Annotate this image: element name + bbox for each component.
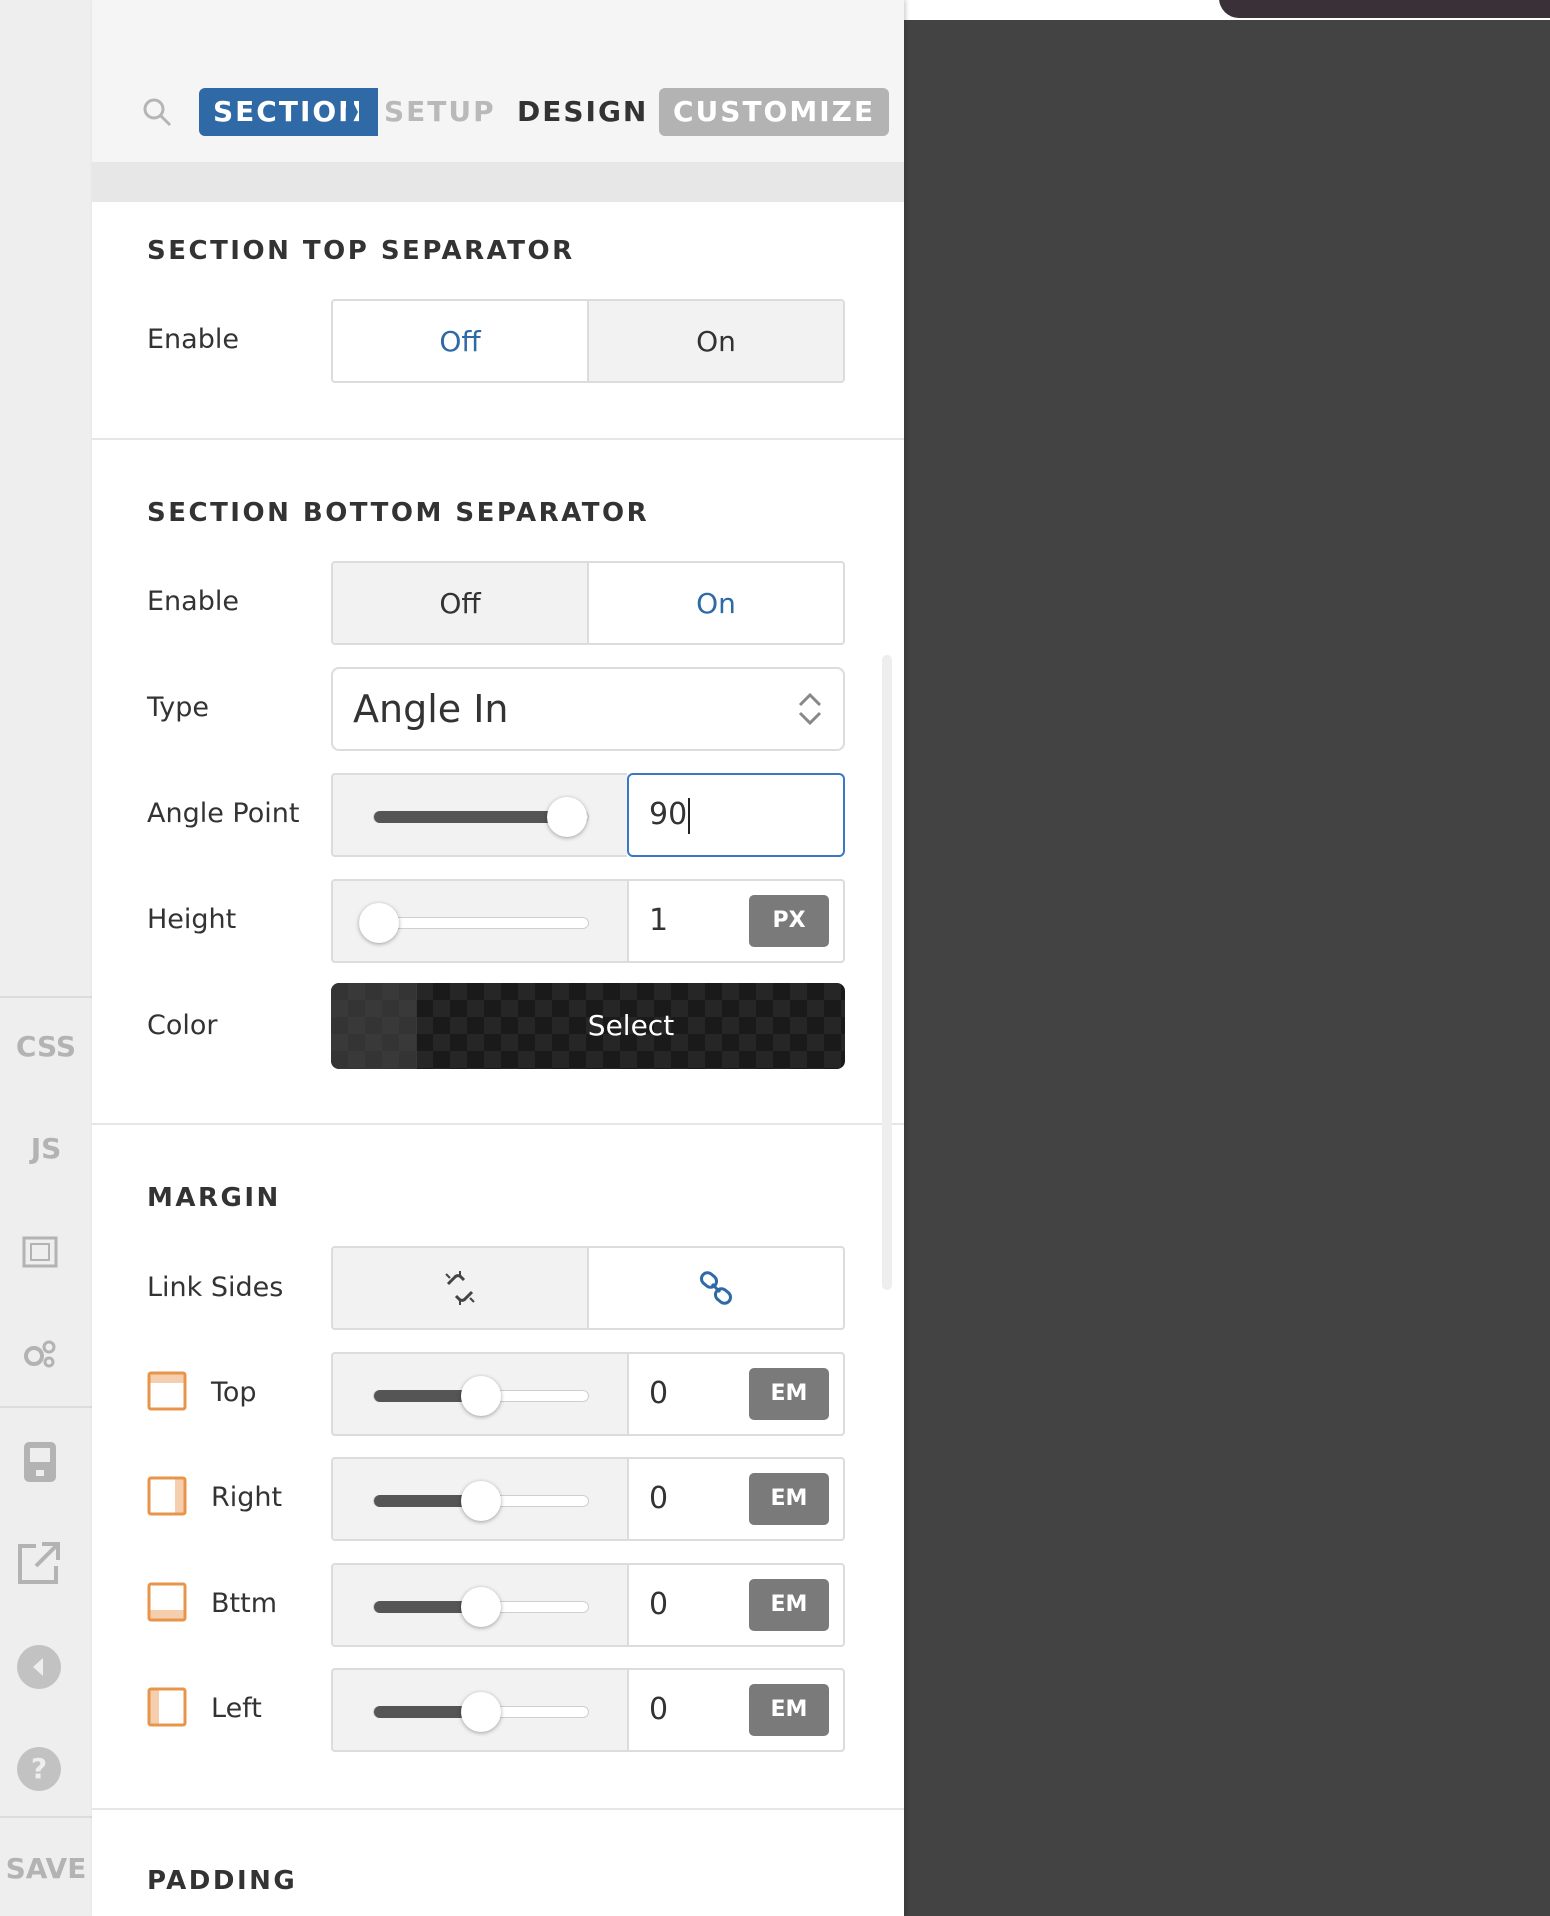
margin-side-label: Left [211,1693,262,1724]
slider-thumb[interactable] [461,1692,501,1732]
slider-track [373,917,589,929]
tab-setup[interactable]: SETUP [384,88,496,136]
top-enable-off[interactable]: Off [333,301,587,381]
margin-unit-button[interactable]: EM [749,1473,829,1525]
rail-divider [0,996,92,998]
preview-canvas [904,0,1550,1916]
bottom-enable-label: Enable [147,586,239,617]
bottom-enable-toggle: Off On [331,561,845,645]
margin-bottom-input[interactable]: 0 EM [627,1563,845,1647]
save-button[interactable]: SAVE [0,1852,92,1885]
panel-scrollbar[interactable] [882,655,892,1290]
height-input[interactable]: 1 PX [627,879,845,963]
type-label: Type [147,692,210,723]
color-select-label: Select [587,1009,675,1042]
margin-value: 0 [649,1376,669,1411]
settings-gears-icon[interactable] [20,1336,60,1372]
height-slider[interactable] [331,879,627,963]
save-template-icon[interactable] [22,1440,58,1484]
svg-text:?: ? [31,1752,47,1785]
tab-bar-strip [92,162,904,202]
divider [92,1808,904,1810]
text-caret [688,797,691,834]
css-button[interactable]: CSS [0,1030,92,1063]
rail-divider [0,1406,92,1408]
tab-design[interactable]: DESIGN [517,88,648,136]
margin-left-icon [147,1687,187,1727]
link-sides-toggle [331,1246,845,1330]
settings-panel: SECTION SETUP DESIGN CUSTOMIZE SECTION T… [92,0,904,1916]
margin-right-icon [147,1476,187,1516]
margin-value: 0 [649,1587,669,1622]
js-button[interactable]: JS [0,1132,92,1165]
margin-top-icon [147,1371,187,1411]
rail-divider [0,1816,92,1818]
color-label: Color [147,1010,218,1041]
link-icon [699,1271,733,1305]
margin-left-input[interactable]: 0 EM [627,1668,845,1752]
angle-point-value: 90 [649,797,688,832]
slider-thumb[interactable] [461,1481,501,1521]
slider-thumb[interactable] [359,903,399,943]
link-sides-button[interactable] [587,1248,843,1328]
type-select-value: Angle In [353,687,509,731]
margin-side-label: Right [211,1482,283,1513]
external-link-icon[interactable] [16,1540,62,1586]
margin-title: MARGIN [147,1183,281,1213]
left-rail: CSS JS ? SAVE [0,0,93,1916]
margin-unit-button[interactable]: EM [749,1684,829,1736]
top-enable-label: Enable [147,324,239,355]
margin-right-slider[interactable] [331,1457,627,1541]
margin-side-label: Top [211,1377,257,1408]
slider-fill [374,811,568,823]
top-enable-toggle: Off On [331,299,845,383]
link-sides-label: Link Sides [147,1272,284,1303]
padding-title: PADDING [147,1866,298,1896]
unlink-sides-button[interactable] [333,1248,587,1328]
top-separator-title: SECTION TOP SEPARATOR [147,236,575,266]
margin-value: 0 [649,1481,669,1516]
slider-thumb[interactable] [461,1587,501,1627]
divider [92,1123,904,1125]
height-label: Height [147,904,237,935]
margin-unit-button[interactable]: EM [749,1368,829,1420]
type-select[interactable]: Angle In [331,667,845,751]
unlink-icon [445,1271,475,1305]
slider-thumb[interactable] [547,797,587,837]
margin-value: 0 [649,1692,669,1727]
collapse-back-icon[interactable] [16,1644,62,1690]
margin-bottom-slider[interactable] [331,1563,627,1647]
bottom-separator-title: SECTION BOTTOM SEPARATOR [147,498,650,528]
slider-thumb[interactable] [461,1376,501,1416]
top-enable-on[interactable]: On [587,301,843,381]
margin-left-slider[interactable] [331,1668,627,1752]
margin-right-input[interactable]: 0 EM [627,1457,845,1541]
select-arrows-icon [798,692,822,726]
tab-section-arrow [346,88,358,136]
search-icon[interactable] [142,97,172,127]
angle-point-input[interactable]: 90 [627,773,845,857]
margin-side-label: Bttm [211,1588,277,1619]
help-icon[interactable]: ? [16,1746,62,1792]
color-select-button[interactable]: Select [331,983,845,1069]
bottom-enable-off[interactable]: Off [333,563,587,643]
margin-top-input[interactable]: 0 EM [627,1352,845,1436]
frame-icon[interactable] [20,1234,60,1270]
margin-bottom-icon [147,1582,187,1622]
tab-customize[interactable]: CUSTOMIZE [659,88,890,136]
angle-point-slider[interactable] [331,773,627,857]
height-unit-button[interactable]: PX [749,895,829,947]
angle-point-label: Angle Point [147,798,300,829]
height-value: 1 [649,903,669,938]
bottom-enable-on[interactable]: On [587,563,843,643]
divider [92,438,904,440]
margin-unit-button[interactable]: EM [749,1579,829,1631]
preview-topbar [904,0,1550,20]
margin-top-slider[interactable] [331,1352,627,1436]
panel-header [92,0,904,59]
